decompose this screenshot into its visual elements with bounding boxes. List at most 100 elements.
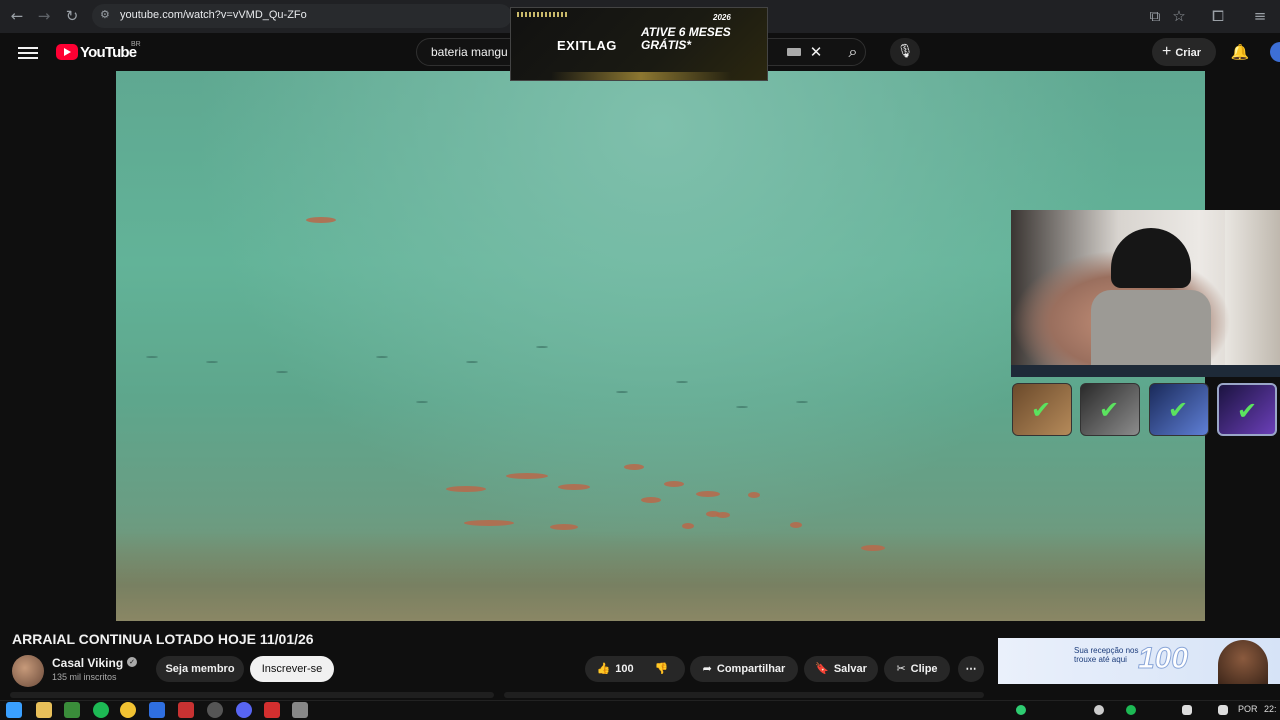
fish bbox=[664, 481, 684, 487]
app-icon[interactable] bbox=[149, 702, 165, 718]
fish bbox=[682, 523, 694, 529]
fish bbox=[550, 524, 578, 530]
check-icon: ✔ bbox=[1168, 396, 1189, 424]
discord-icon[interactable] bbox=[236, 702, 252, 718]
keyboard-icon[interactable] bbox=[787, 48, 801, 56]
small-fish bbox=[536, 346, 548, 348]
small-fish bbox=[416, 401, 428, 403]
fish bbox=[696, 491, 720, 497]
small-fish bbox=[376, 356, 388, 358]
fish bbox=[558, 484, 590, 490]
channel-name[interactable]: Casal Viking bbox=[52, 656, 123, 670]
tray-icon[interactable] bbox=[1126, 705, 1136, 715]
site-info-icon[interactable]: ⚙ bbox=[100, 8, 110, 21]
small-fish bbox=[616, 391, 628, 393]
fish bbox=[624, 464, 644, 470]
reload-icon[interactable]: ↻ bbox=[61, 5, 83, 27]
tray-icon[interactable] bbox=[1094, 705, 1104, 715]
bookmark-icon: 🔖 bbox=[815, 662, 829, 675]
notifications-bell-icon[interactable]: 🔔 bbox=[1228, 40, 1252, 64]
file-explorer-icon[interactable] bbox=[36, 702, 52, 718]
youtube-logo-text: YouTube bbox=[80, 44, 137, 61]
clip-button[interactable]: ✂ Clipe bbox=[884, 656, 950, 682]
spotify-icon[interactable] bbox=[93, 702, 109, 718]
bookmark-star-icon[interactable]: ☆ bbox=[1168, 5, 1190, 27]
banner-ad[interactable]: Sua recepção nos trouxe até aqui 100 bbox=[998, 638, 1280, 684]
windows-start-icon[interactable] bbox=[6, 702, 22, 718]
achievement-badge-earth: ✔ bbox=[1012, 383, 1072, 436]
clock[interactable]: 22: bbox=[1264, 704, 1277, 714]
plus-icon: + bbox=[1162, 43, 1172, 60]
xbox-icon[interactable] bbox=[64, 702, 80, 718]
search-icon[interactable]: ⌕ bbox=[836, 38, 870, 66]
news-icon[interactable] bbox=[178, 702, 194, 718]
achievement-badge-cosmic: ✔ bbox=[1217, 383, 1277, 436]
save-button[interactable]: 🔖 Salvar bbox=[804, 656, 878, 682]
tray-icon[interactable] bbox=[1182, 705, 1192, 715]
dislike-icon[interactable]: 👎 bbox=[655, 662, 669, 675]
create-label: Criar bbox=[1175, 47, 1202, 59]
join-button[interactable]: Seja membro bbox=[156, 656, 244, 682]
youtube-logo[interactable]: YouTube BR bbox=[56, 41, 146, 62]
address-bar[interactable]: ⚙ youtube.com/watch?v=vVMD_Qu-ZFo bbox=[92, 4, 512, 28]
obs-icon[interactable] bbox=[207, 702, 223, 718]
reading-list-icon[interactable]: ≡ bbox=[1249, 5, 1271, 27]
share-button[interactable]: ➦ Compartilhar bbox=[690, 656, 798, 682]
hamburger-menu-icon[interactable] bbox=[18, 44, 38, 60]
app-icon[interactable] bbox=[264, 702, 280, 718]
share-icon: ➦ bbox=[702, 662, 712, 675]
forward-icon[interactable]: → bbox=[33, 5, 55, 27]
check-icon: ✔ bbox=[1237, 397, 1258, 425]
channel-avatar[interactable] bbox=[12, 655, 44, 687]
chrome-icon[interactable] bbox=[120, 702, 136, 718]
youtube-play-icon bbox=[56, 44, 78, 60]
ad-brand: EXITLAG bbox=[557, 38, 617, 53]
description-box[interactable] bbox=[10, 692, 494, 698]
webcam-cap bbox=[1111, 228, 1191, 288]
subscribe-button[interactable]: Inscrever-se bbox=[250, 656, 334, 682]
banner-ad-text: Sua recepção nos trouxe até aqui bbox=[1074, 646, 1139, 664]
comments-box[interactable] bbox=[504, 692, 984, 698]
volume-icon[interactable] bbox=[1218, 705, 1228, 715]
url-text: youtube.com/watch?v=vVMD_Qu-ZFo bbox=[120, 9, 307, 21]
extensions-icon[interactable]: ⧠ bbox=[1207, 5, 1229, 27]
webcam-overlay bbox=[1011, 210, 1280, 365]
fish bbox=[506, 473, 548, 479]
small-fish bbox=[796, 401, 808, 403]
search-query: bateria mangu bbox=[431, 45, 508, 59]
like-icon[interactable]: 👍 bbox=[597, 662, 611, 675]
fish bbox=[464, 520, 514, 526]
create-button[interactable]: + Criar bbox=[1152, 38, 1216, 66]
back-icon[interactable]: ← bbox=[6, 5, 28, 27]
language-indicator[interactable]: POR bbox=[1238, 704, 1258, 714]
video-seabed bbox=[116, 531, 1205, 621]
tray-icon[interactable] bbox=[1016, 705, 1026, 715]
fish bbox=[716, 512, 730, 518]
like-count[interactable]: 100 bbox=[615, 663, 633, 675]
check-icon: ✔ bbox=[1031, 396, 1052, 424]
banner-ad-person bbox=[1218, 640, 1268, 684]
like-dislike-group: 👍 100 👎 bbox=[585, 656, 685, 682]
install-app-icon[interactable]: ⧉ bbox=[1144, 5, 1166, 27]
ad-year-tag: 2026 bbox=[713, 13, 731, 22]
webcam-shirt bbox=[1091, 290, 1211, 365]
small-fish bbox=[676, 381, 688, 383]
share-label: Compartilhar bbox=[716, 663, 786, 675]
fish bbox=[790, 522, 802, 528]
small-fish bbox=[276, 371, 288, 373]
more-actions-icon[interactable]: ⋯ bbox=[958, 656, 984, 682]
ad-promo-text: ATIVE 6 MESES GRÁTIS* bbox=[641, 25, 731, 52]
small-fish bbox=[206, 361, 218, 363]
webcam-curtain bbox=[1225, 210, 1280, 365]
ad-stripe bbox=[517, 12, 569, 17]
exitlag-ad-overlay[interactable]: 2026 EXITLAG ATIVE 6 MESES GRÁTIS* bbox=[510, 7, 768, 81]
small-fish bbox=[146, 356, 158, 358]
clear-search-icon[interactable]: ✕ bbox=[805, 41, 827, 63]
fish bbox=[641, 497, 661, 503]
app-icon[interactable] bbox=[292, 702, 308, 718]
banner-ad-number: 100 bbox=[1137, 642, 1189, 676]
fish bbox=[861, 545, 885, 551]
video-title: ARRAIAL CONTINUA LOTADO HOJE 11/01/26 bbox=[12, 631, 314, 647]
fish bbox=[748, 492, 760, 498]
microphone-icon[interactable]: 🎙 bbox=[890, 38, 920, 66]
